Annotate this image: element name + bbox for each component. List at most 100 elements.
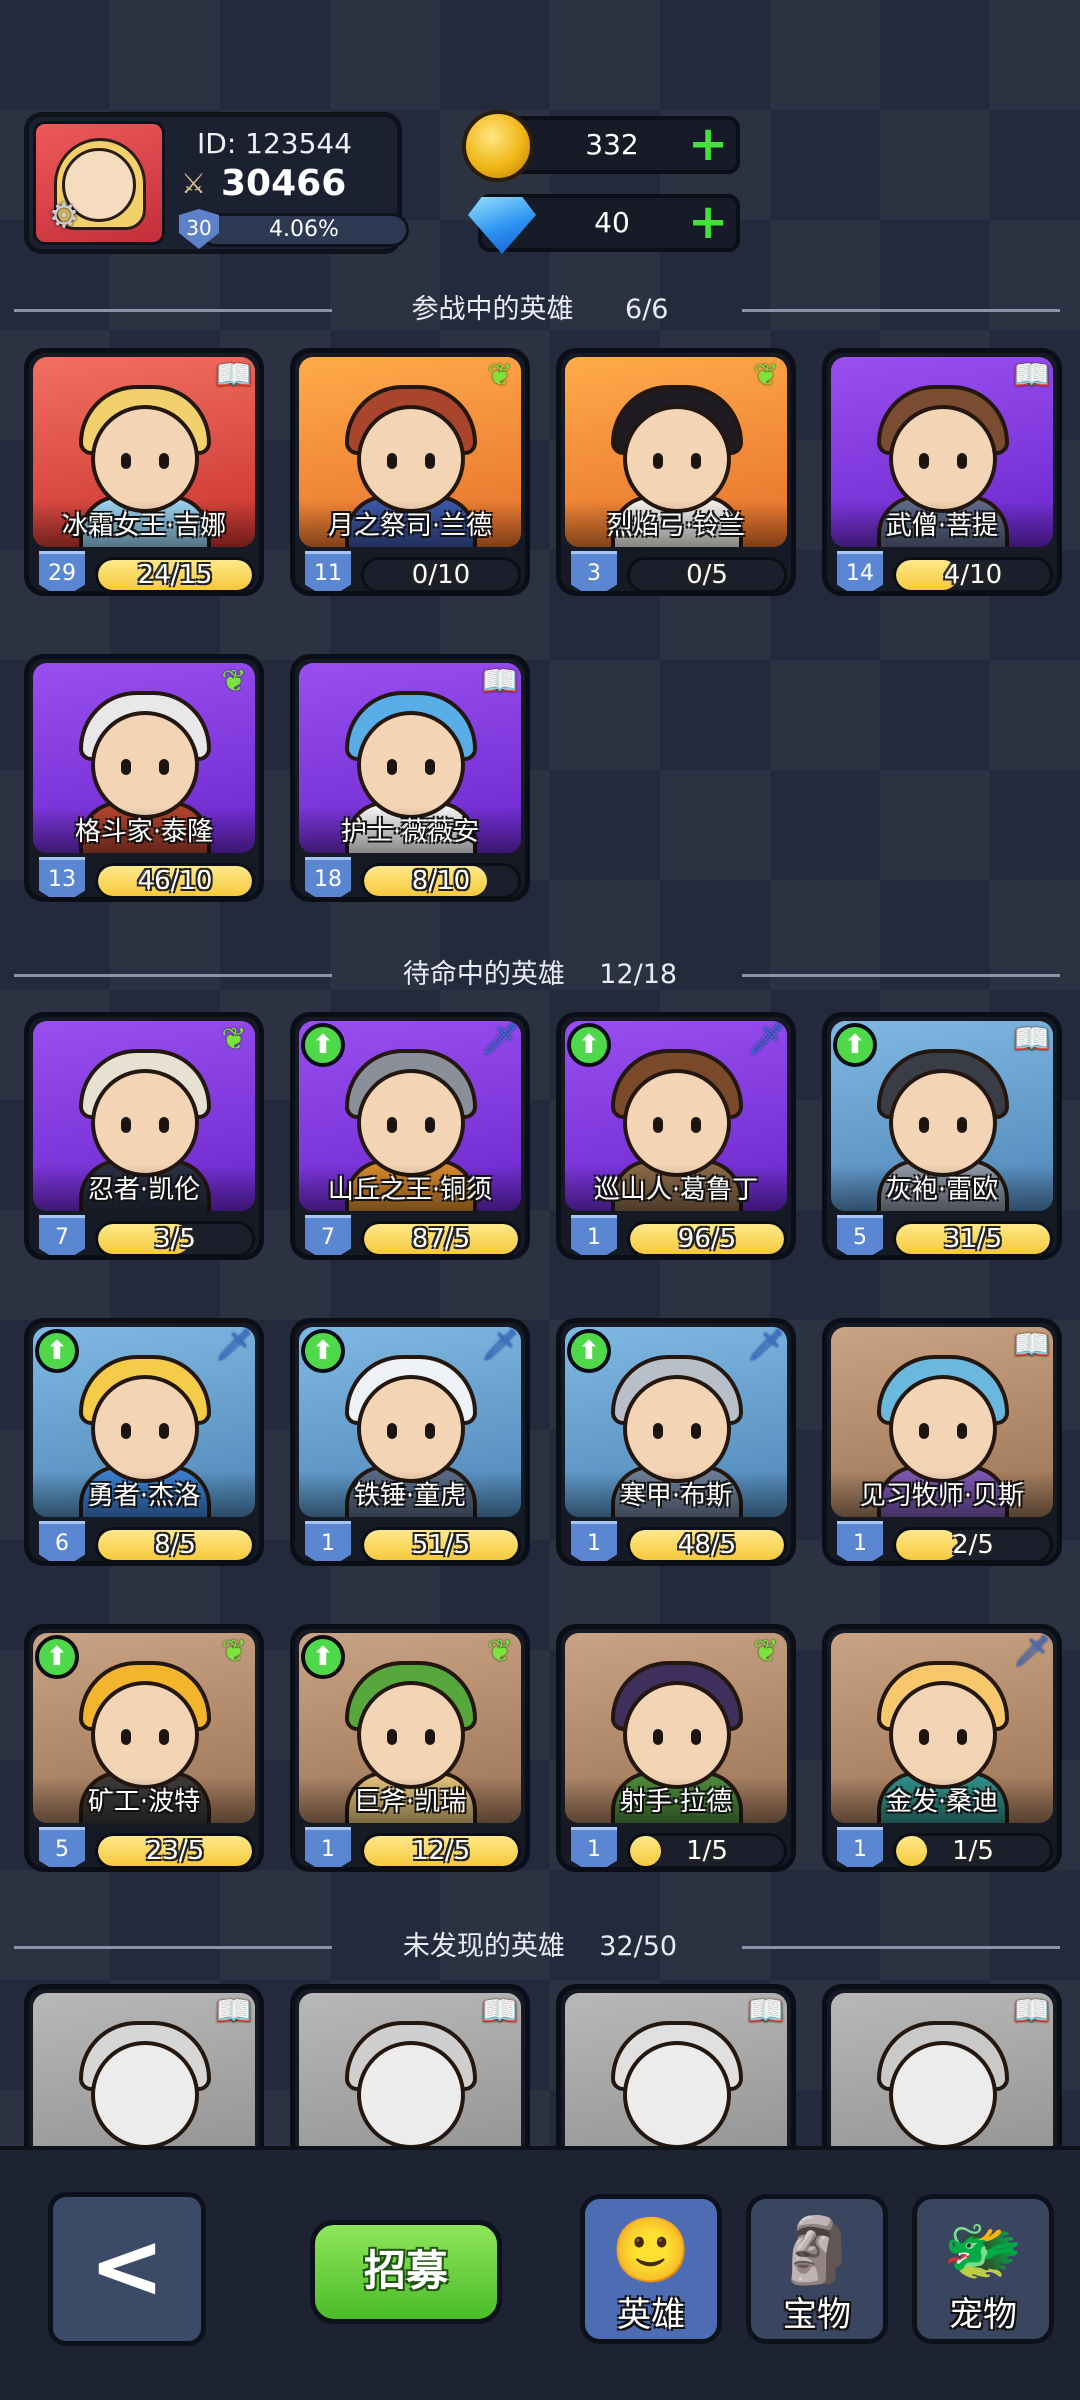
shard-count: 87/5 [411, 1224, 471, 1254]
hero-head [91, 1681, 199, 1789]
gold-coin-icon [462, 110, 534, 182]
tab-treasure-label: 宝物 [783, 2295, 851, 2335]
hero-card[interactable]: 武僧·菩提 📖 14 4/10 [822, 348, 1062, 596]
add-gems-button[interactable]: + [688, 198, 728, 246]
hero-name: 寒甲·布斯 [565, 1471, 787, 1517]
sword-icon: 🗡 [746, 1328, 786, 1363]
hero-eye [121, 453, 131, 469]
back-button[interactable]: < [48, 2192, 206, 2346]
hero-level-badge: 1 [571, 1827, 617, 1867]
hero-card[interactable]: 勇者·杰洛 🗡 ⬆ 6 8/5 [24, 1318, 264, 1566]
add-gold-button[interactable]: + [688, 120, 728, 168]
hero-level-badge: 1 [305, 1827, 351, 1867]
hero-eye [425, 1423, 435, 1439]
locked-hero-card[interactable]: 📖 [556, 1984, 796, 2164]
section-undiscovered-heroes: 未发现的英雄 32/50 [0, 1927, 1080, 1967]
hero-card[interactable]: 见习牧师·贝斯 📖 1 2/5 [822, 1318, 1062, 1566]
shard-progress-bar: 96/5 [627, 1221, 787, 1255]
hero-head [357, 1069, 465, 1177]
book-icon: 📖 [215, 358, 253, 393]
hero-head [889, 2041, 997, 2149]
hero-level-badge: 11 [305, 551, 351, 591]
hero-level-badge: 14 [837, 551, 883, 591]
hero-eye [653, 1729, 663, 1745]
hero-eye [121, 1729, 131, 1745]
hero-card[interactable]: 忍者·凯伦 ❦ 7 3/5 [24, 1012, 264, 1260]
shard-count: 2/5 [952, 1530, 994, 1560]
hero-eye [919, 1423, 929, 1439]
tab-pets[interactable]: 🐲 宠物 [912, 2194, 1054, 2344]
hero-head [623, 1681, 731, 1789]
recruit-button[interactable]: 招募 [310, 2220, 502, 2324]
hero-level-badge: 7 [305, 1215, 351, 1255]
hero-face-icon: 🙂 [611, 2214, 691, 2288]
upgrade-available-icon[interactable]: ⬆ [35, 1329, 79, 1373]
hero-head [91, 1069, 199, 1177]
gem-counter: 40 + [468, 194, 740, 254]
gold-value: 332 [585, 128, 639, 161]
hero-name: 冰霜女王·吉娜 [33, 501, 255, 547]
tab-treasure[interactable]: 🗿 宝物 [746, 2194, 888, 2344]
hero-card[interactable]: 金发·桑迪 🗡 1 1/5 [822, 1624, 1062, 1872]
gold-counter: 332 + [462, 110, 740, 182]
shard-count: 4/10 [943, 560, 1003, 590]
hero-card[interactable]: 冰霜女王·吉娜 📖 29 24/15 [24, 348, 264, 596]
locked-hero-card[interactable]: 📖 [24, 1984, 264, 2164]
section-title-text: 未发现的英雄 32/50 [0, 1927, 1080, 1967]
tab-heroes[interactable]: 🙂 英雄 [580, 2194, 722, 2344]
hero-card[interactable]: 巨斧·凯瑞 ❦ ⬆ 1 12/5 [290, 1624, 530, 1872]
hero-card[interactable]: 格斗家·泰隆 ❦ 13 46/10 [24, 654, 264, 902]
hero-card[interactable]: 巡山人·葛鲁丁 🗡 ⬆ 1 96/5 [556, 1012, 796, 1260]
book-icon: 📖 [481, 1994, 519, 2029]
hero-level-badge: 1 [837, 1827, 883, 1867]
hero-card[interactable]: 护士·薇薇安 📖 18 8/10 [290, 654, 530, 902]
shard-count: 24/15 [137, 560, 213, 590]
shard-count: 8/5 [154, 1530, 196, 1560]
shard-count: 23/5 [145, 1836, 205, 1866]
recruit-label: 招募 [363, 2246, 448, 2295]
hero-card[interactable]: 射手·拉德 ❦ 1 1/5 [556, 1624, 796, 1872]
shard-progress-bar: 3/5 [95, 1221, 255, 1255]
shard-progress-bar: 2/5 [893, 1527, 1053, 1561]
locked-hero-card[interactable]: 📖 [290, 1984, 530, 2164]
hero-eye [387, 453, 397, 469]
upgrade-available-icon[interactable]: ⬆ [567, 1023, 611, 1067]
hero-card[interactable]: 烈焰弓·铃兰 ❦ 3 0/5 [556, 348, 796, 596]
player-avatar[interactable]: ⚙ [33, 121, 165, 245]
hero-eye [919, 453, 929, 469]
book-icon: 📖 [481, 664, 519, 699]
hero-name: 武僧·菩提 [831, 501, 1053, 547]
shard-progress-bar: 0/10 [361, 557, 521, 591]
hero-card[interactable]: 灰袍·雷欧 📖 ⬆ 5 31/5 [822, 1012, 1062, 1260]
upgrade-available-icon[interactable]: ⬆ [301, 1023, 345, 1067]
gem-value: 40 [594, 206, 630, 239]
hero-eye [653, 1117, 663, 1133]
settings-gear-icon[interactable]: ⚙ [44, 196, 84, 236]
hero-level-badge: 5 [837, 1215, 883, 1255]
hero-head [889, 1375, 997, 1483]
upgrade-available-icon[interactable]: ⬆ [301, 1329, 345, 1373]
hero-card[interactable]: 铁锤·童虎 🗡 ⬆ 1 51/5 [290, 1318, 530, 1566]
locked-hero-card[interactable]: 📖 [822, 1984, 1062, 2164]
shard-count: 12/5 [411, 1836, 471, 1866]
section-count: 6/6 [625, 294, 669, 325]
hero-card[interactable]: 月之祭司·兰德 ❦ 11 0/10 [290, 348, 530, 596]
shard-progress-bar: 87/5 [361, 1221, 521, 1255]
hero-eye [919, 1117, 929, 1133]
upgrade-available-icon[interactable]: ⬆ [833, 1023, 877, 1067]
hero-eye [957, 1117, 967, 1133]
upgrade-available-icon[interactable]: ⬆ [35, 1635, 79, 1679]
back-arrow-icon: < [89, 2214, 165, 2319]
section-standby-heroes: 待命中的英雄 12/18 [0, 955, 1080, 995]
hero-eye [957, 1729, 967, 1745]
hero-card[interactable]: 山丘之王·铜须 🗡 ⬆ 7 87/5 [290, 1012, 530, 1260]
upgrade-available-icon[interactable]: ⬆ [567, 1329, 611, 1373]
hero-card[interactable]: 矿工·波特 ❦ ⬆ 5 23/5 [24, 1624, 264, 1872]
hero-card[interactable]: 寒甲·布斯 🗡 ⬆ 1 48/5 [556, 1318, 796, 1566]
exp-bar: 4.06% [199, 213, 409, 247]
upgrade-available-icon[interactable]: ⬆ [301, 1635, 345, 1679]
leaf-icon: ❦ [221, 1634, 247, 1669]
sword-icon: 🗡 [746, 1022, 786, 1057]
book-icon: 📖 [1013, 1022, 1051, 1057]
hero-name: 忍者·凯伦 [33, 1165, 255, 1211]
